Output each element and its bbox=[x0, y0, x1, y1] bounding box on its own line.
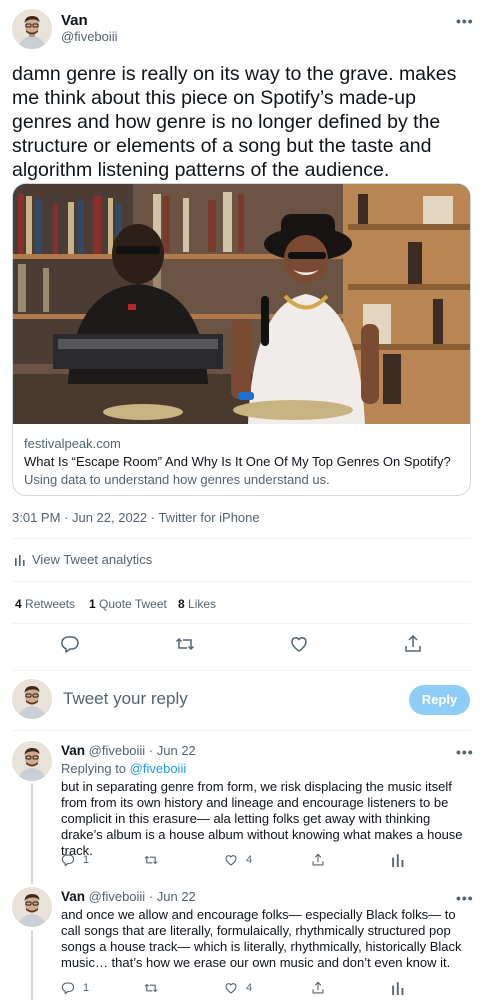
thread-connector bbox=[31, 930, 33, 1000]
author-avatar[interactable] bbox=[12, 9, 52, 49]
divider bbox=[12, 670, 471, 671]
replying-to-link[interactable]: @fiveboiii bbox=[130, 761, 187, 776]
quotes-stat[interactable]: 1 Quote Tweet bbox=[89, 597, 167, 611]
reply-share-action[interactable] bbox=[311, 981, 325, 995]
reply-reply-action[interactable]: 1 bbox=[61, 981, 89, 995]
retweet-icon bbox=[144, 855, 158, 865]
analytics-bars-icon bbox=[392, 854, 404, 867]
like-count: 4 bbox=[246, 854, 253, 866]
reply-count: 1 bbox=[83, 854, 90, 866]
reply-analytics-action[interactable] bbox=[391, 853, 405, 867]
reply-analytics-action[interactable] bbox=[391, 981, 405, 995]
reply-like-action[interactable]: 4 bbox=[224, 981, 252, 995]
divider bbox=[12, 623, 471, 624]
analytics-bars-icon bbox=[392, 982, 404, 995]
quotes-label: Quote Tweet bbox=[99, 597, 167, 611]
reply-text: but in separating genre from form, we ri… bbox=[61, 779, 463, 858]
retweets-label: Retweets bbox=[25, 597, 76, 611]
reply-retweet-action[interactable] bbox=[144, 981, 158, 995]
quotes-count: 1 bbox=[89, 597, 96, 611]
replying-to: Replying to @fiveboiii bbox=[61, 761, 186, 776]
reply-icon bbox=[61, 854, 75, 867]
reply-author-name[interactable]: Van bbox=[61, 743, 85, 758]
more-dots-icon[interactable]: ••• bbox=[456, 14, 474, 28]
link-card-image bbox=[13, 184, 470, 424]
likes-stat[interactable]: 8 Likes bbox=[178, 597, 216, 611]
reply-icon bbox=[61, 982, 75, 995]
share-icon bbox=[312, 981, 324, 994]
analytics-bars-icon bbox=[14, 554, 26, 566]
reply-handle-date[interactable]: @fiveboiii · Jun 22 bbox=[89, 889, 196, 904]
reply-text: and once we allow and encourage folks— e… bbox=[61, 907, 462, 970]
divider bbox=[12, 581, 471, 582]
more-dots-icon[interactable]: ••• bbox=[456, 745, 474, 759]
share-icon bbox=[312, 853, 324, 866]
view-analytics-link[interactable]: View Tweet analytics bbox=[14, 552, 152, 567]
tweet-text: damn genre is really on its way to the g… bbox=[12, 63, 457, 181]
reply-like-action[interactable]: 4 bbox=[224, 853, 252, 867]
link-card-description: Using data to understand how genres unde… bbox=[24, 472, 330, 487]
author-name[interactable]: Van bbox=[61, 12, 88, 29]
link-card-domain: festivalpeak.com bbox=[24, 436, 121, 451]
tweet-actions bbox=[12, 634, 471, 658]
reply-count: 1 bbox=[83, 982, 90, 994]
retweets-count: 4 bbox=[15, 597, 22, 611]
author-handle[interactable]: @fiveboiii bbox=[61, 29, 118, 44]
share-icon[interactable] bbox=[403, 634, 423, 654]
link-card-title: What Is “Escape Room” And Why Is It One … bbox=[24, 454, 451, 469]
tweet-timestamp[interactable]: 3:01 PM · Jun 22, 2022 · Twitter for iPh… bbox=[12, 510, 260, 525]
reply-author-name[interactable]: Van bbox=[61, 889, 85, 904]
likes-count: 8 bbox=[178, 597, 185, 611]
reply-input[interactable]: Tweet your reply bbox=[63, 689, 188, 709]
reply-header: Van @fiveboiii · Jun 22 bbox=[61, 743, 196, 758]
reply-share-action[interactable] bbox=[311, 853, 325, 867]
reply-header: Van @fiveboiii · Jun 22 bbox=[61, 889, 196, 904]
reply-avatar[interactable] bbox=[12, 887, 52, 927]
link-card[interactable]: festivalpeak.com What Is “Escape Room” A… bbox=[12, 183, 471, 496]
reply-reply-action[interactable]: 1 bbox=[61, 853, 89, 867]
like-icon bbox=[225, 983, 237, 994]
reply-button[interactable]: Reply bbox=[409, 685, 470, 715]
reply-actions: 1 4 bbox=[61, 853, 411, 869]
like-icon[interactable] bbox=[289, 634, 309, 654]
divider bbox=[12, 730, 471, 731]
analytics-label: View Tweet analytics bbox=[32, 552, 153, 567]
more-dots-icon[interactable]: ••• bbox=[456, 891, 474, 905]
compose-avatar bbox=[12, 679, 52, 719]
reply-icon[interactable] bbox=[60, 634, 80, 654]
retweet-icon[interactable] bbox=[175, 634, 195, 654]
retweets-stat[interactable]: 4 Retweets bbox=[15, 597, 75, 611]
reply-retweet-action[interactable] bbox=[144, 853, 158, 867]
reply-actions: 1 4 bbox=[61, 981, 411, 997]
divider bbox=[12, 538, 471, 539]
like-icon bbox=[225, 855, 237, 866]
replying-prefix: Replying to bbox=[61, 761, 127, 776]
reply-avatar[interactable] bbox=[12, 741, 52, 781]
like-count: 4 bbox=[246, 982, 253, 994]
retweet-icon bbox=[144, 983, 158, 993]
likes-label: Likes bbox=[188, 597, 217, 611]
thread-connector bbox=[31, 784, 33, 884]
reply-handle-date[interactable]: @fiveboiii · Jun 22 bbox=[89, 743, 196, 758]
